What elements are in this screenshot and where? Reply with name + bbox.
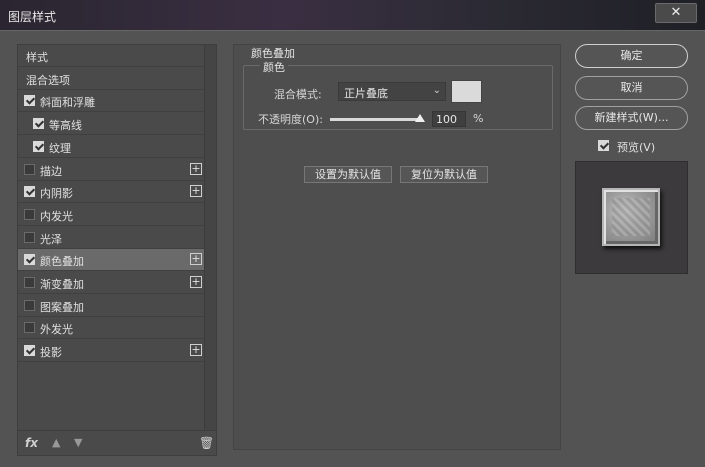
style-item-label: 外发光 [40, 323, 73, 337]
window-title: 图层样式 [8, 10, 57, 24]
style-item[interactable]: 样式 [18, 45, 206, 67]
styles-panel: 样式混合选项斜面和浮雕等高线纹理描边 + 内阴影 + 内发光光泽颜色叠加 + 渐变叠加 + 图案… [17, 44, 217, 456]
style-checkbox[interactable] [24, 299, 35, 311]
style-item-label: 等高线 [49, 119, 82, 133]
style-checkbox[interactable] [24, 95, 35, 107]
color-swatch[interactable] [451, 80, 482, 103]
style-item[interactable]: 渐变叠加 + [18, 272, 206, 294]
color-group: 颜色 混合模式: 正片叠底 ⌄ 不透明度(O): 100 % [243, 59, 553, 130]
opacity-input[interactable]: 100 [432, 111, 466, 127]
style-item[interactable]: 内阴影 + [18, 181, 206, 204]
blend-mode-value: 正片叠底 [344, 87, 388, 100]
style-item-label: 光泽 [40, 232, 62, 246]
arrow-down-icon[interactable]: ▼ [74, 436, 82, 449]
title-bar: 图层样式 ✕ [0, 0, 705, 30]
blend-mode-label: 混合模式: [274, 88, 322, 101]
style-item-label: 颜色叠加 [40, 255, 84, 269]
add-style-icon[interactable]: + [190, 253, 202, 266]
close-button[interactable]: ✕ [655, 3, 697, 23]
style-item-label: 图案叠加 [40, 300, 84, 314]
styles-scrollbar[interactable] [204, 45, 216, 430]
style-item-label: 样式 [26, 51, 48, 64]
style-item[interactable]: 等高线 [18, 113, 206, 136]
style-item[interactable]: 混合选项 [18, 68, 206, 90]
style-item[interactable]: 外发光 [18, 317, 206, 340]
style-preview [575, 161, 688, 274]
add-style-icon[interactable]: + [190, 344, 202, 357]
opacity-label: 不透明度(O): [258, 113, 323, 126]
new-style-button[interactable]: 新建样式(W)... [575, 106, 688, 130]
style-item[interactable]: 内发光 [18, 204, 206, 226]
style-item[interactable]: 斜面和浮雕 [18, 90, 206, 113]
style-checkbox[interactable] [24, 186, 35, 198]
style-checkbox[interactable] [24, 345, 35, 357]
style-item[interactable]: 图案叠加 [18, 295, 206, 317]
style-item-label: 内发光 [40, 209, 73, 223]
style-checkbox[interactable] [33, 118, 44, 130]
fx-button[interactable]: fx [25, 436, 38, 450]
add-style-icon[interactable]: + [190, 185, 202, 198]
style-item-label: 内阴影 [40, 187, 73, 201]
style-item-label: 纹理 [49, 141, 71, 155]
styles-footer: fx ▲ ▼ 🗑 [18, 430, 216, 456]
style-checkbox[interactable] [24, 163, 35, 175]
blend-mode-select[interactable]: 正片叠底 ⌄ [338, 82, 446, 101]
preview-label: 预览(V) [617, 141, 656, 154]
style-checkbox[interactable] [24, 277, 35, 288]
style-item-label: 渐变叠加 [40, 278, 84, 291]
reset-default-button[interactable]: 复位为默认值 [400, 166, 488, 183]
layer-style-dialog: 样式混合选项斜面和浮雕等高线纹理描边 + 内阴影 + 内发光光泽颜色叠加 + 渐变叠加 + 图案… [0, 30, 705, 467]
style-item-label: 混合选项 [26, 73, 70, 87]
ok-button[interactable]: 确定 [575, 44, 688, 68]
group-title: 颜色 [260, 59, 288, 75]
style-checkbox[interactable] [24, 322, 35, 334]
style-item[interactable]: 颜色叠加 + [18, 249, 206, 272]
style-item-label: 投影 [40, 346, 62, 360]
chevron-down-icon: ⌄ [432, 85, 441, 96]
set-default-button[interactable]: 设置为默认值 [304, 166, 392, 183]
style-checkbox[interactable] [24, 208, 35, 220]
styles-list: 样式混合选项斜面和浮雕等高线纹理描边 + 内阴影 + 内发光光泽颜色叠加 + 渐变叠加 + 图案… [18, 45, 206, 430]
style-item[interactable]: 投影 + [18, 340, 206, 363]
trash-icon[interactable]: 🗑 [199, 436, 214, 450]
preview-checkbox[interactable] [598, 140, 609, 151]
opacity-unit: % [473, 112, 484, 125]
preview-texture [612, 198, 650, 236]
add-style-icon[interactable]: + [190, 276, 202, 288]
style-item-label: 斜面和浮雕 [40, 96, 95, 110]
arrow-up-icon[interactable]: ▲ [52, 436, 60, 449]
style-item[interactable]: 描边 + [18, 159, 206, 181]
cancel-button[interactable]: 取消 [575, 76, 688, 100]
preview-thumbnail [602, 188, 660, 246]
style-checkbox[interactable] [24, 231, 35, 243]
add-style-icon[interactable]: + [190, 162, 202, 175]
close-icon: ✕ [670, 5, 682, 20]
opacity-slider-thumb[interactable] [415, 114, 425, 122]
style-item-label: 描边 [40, 164, 62, 178]
style-checkbox[interactable] [24, 254, 35, 266]
style-checkbox[interactable] [33, 140, 44, 152]
opacity-slider-track[interactable] [330, 118, 419, 121]
style-item[interactable]: 光泽 [18, 227, 206, 249]
color-overlay-panel: 颜色叠加 颜色 混合模式: 正片叠底 ⌄ 不透明度(O): 100 % 设置为默… [233, 44, 561, 450]
style-item[interactable]: 纹理 [18, 136, 206, 158]
